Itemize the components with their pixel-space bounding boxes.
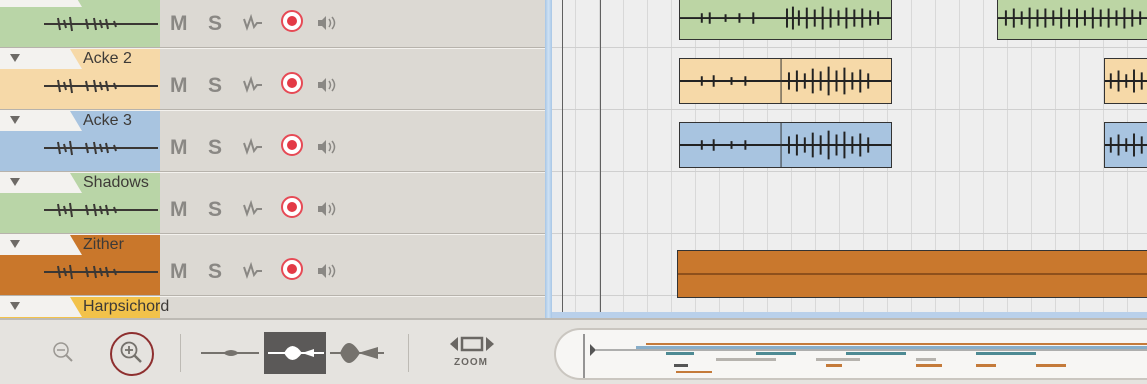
clip-waveform xyxy=(998,0,1147,39)
zoom-fit-icon[interactable] xyxy=(448,333,496,355)
playhead-line[interactable] xyxy=(600,0,601,318)
record-icon[interactable] xyxy=(281,134,303,156)
zoom-label: ZOOM xyxy=(454,357,488,368)
audio-clip[interactable] xyxy=(679,58,892,104)
toolbar-separator xyxy=(408,334,409,372)
bottom-toolbar: ZOOM xyxy=(0,318,1147,384)
monitor-icon[interactable] xyxy=(243,138,263,156)
track-name[interactable]: Acke 3 xyxy=(83,112,132,130)
track-row[interactable]: Shadows M S xyxy=(0,172,545,234)
waveform-icon xyxy=(44,78,158,94)
waveform-small-icon[interactable] xyxy=(201,344,259,362)
audio-clip[interactable] xyxy=(1104,58,1147,104)
monitor-icon[interactable] xyxy=(243,76,263,94)
solo-button[interactable]: S xyxy=(208,198,222,222)
track-row[interactable]: Harpsichord xyxy=(0,296,545,318)
zoom-out-icon[interactable] xyxy=(52,341,74,363)
waveform-icon xyxy=(44,16,158,32)
waveform-icon xyxy=(44,202,158,218)
clip-waveform xyxy=(1105,123,1147,167)
tracklist-splitter[interactable] xyxy=(545,0,552,318)
record-icon[interactable] xyxy=(281,72,303,94)
audio-clip[interactable] xyxy=(679,122,892,168)
waveform-large-icon[interactable] xyxy=(330,332,384,374)
monitor-icon[interactable] xyxy=(243,200,263,218)
mute-button[interactable]: M xyxy=(170,136,188,160)
mute-button[interactable]: M xyxy=(170,260,188,284)
mute-button[interactable]: M xyxy=(170,12,188,36)
track-name[interactable]: Zither xyxy=(83,236,124,254)
track-name[interactable]: Acke 2 xyxy=(83,50,132,68)
record-icon[interactable] xyxy=(281,258,303,280)
track-name[interactable]: Shadows xyxy=(83,174,149,192)
mute-button[interactable]: M xyxy=(170,74,188,98)
record-icon[interactable] xyxy=(281,196,303,218)
waveform-icon xyxy=(44,264,158,280)
speaker-icon[interactable] xyxy=(316,201,340,217)
waveform-icon xyxy=(44,140,158,156)
track-row[interactable]: Zither M S xyxy=(0,234,545,296)
track-row[interactable]: Acke 2 M S xyxy=(0,48,545,110)
expand-triangle-icon[interactable] xyxy=(10,240,20,248)
song-overview[interactable] xyxy=(554,328,1147,380)
audio-clip[interactable] xyxy=(679,0,892,40)
track-lane[interactable] xyxy=(552,172,1147,234)
clip-waveform xyxy=(680,0,891,39)
track-name[interactable]: Harpsichord xyxy=(83,298,169,316)
clip-waveform xyxy=(680,59,891,103)
solo-button[interactable]: S xyxy=(208,74,222,98)
clip-waveform xyxy=(1105,59,1147,103)
audio-clip[interactable] xyxy=(677,250,1147,298)
speaker-icon[interactable] xyxy=(316,263,340,279)
speaker-icon[interactable] xyxy=(316,77,340,93)
record-icon[interactable] xyxy=(281,10,303,32)
speaker-icon[interactable] xyxy=(316,15,340,31)
toolbar-separator xyxy=(180,334,181,372)
overview-map xyxy=(583,334,1147,378)
audio-clip[interactable] xyxy=(997,0,1147,40)
solo-button[interactable]: S xyxy=(208,136,222,160)
monitor-icon[interactable] xyxy=(243,262,263,280)
arrange-view[interactable] xyxy=(552,0,1147,318)
clip-waveform xyxy=(680,123,891,167)
daw-window: M S Acke 2 M S Acke 3 M S Shadows M S Zi… xyxy=(0,0,1147,384)
monitor-icon[interactable] xyxy=(243,14,263,32)
expand-triangle-icon[interactable] xyxy=(10,302,20,310)
expand-triangle-icon[interactable] xyxy=(10,54,20,62)
audio-clip[interactable] xyxy=(1104,122,1147,168)
speaker-icon[interactable] xyxy=(316,139,340,155)
expand-triangle-icon[interactable] xyxy=(10,178,20,186)
waveform-medium-icon[interactable] xyxy=(268,337,324,369)
expand-triangle-icon[interactable] xyxy=(10,116,20,124)
solo-button[interactable]: S xyxy=(208,260,222,284)
cursor-line xyxy=(562,0,563,318)
clip-waveform xyxy=(678,251,1147,297)
zoom-in-icon[interactable] xyxy=(119,340,143,364)
solo-button[interactable]: S xyxy=(208,12,222,36)
track-list: M S Acke 2 M S Acke 3 M S Shadows M S Zi… xyxy=(0,0,545,318)
track-row[interactable]: M S xyxy=(0,0,545,48)
track-row[interactable]: Acke 3 M S xyxy=(0,110,545,172)
mute-button[interactable]: M xyxy=(170,198,188,222)
